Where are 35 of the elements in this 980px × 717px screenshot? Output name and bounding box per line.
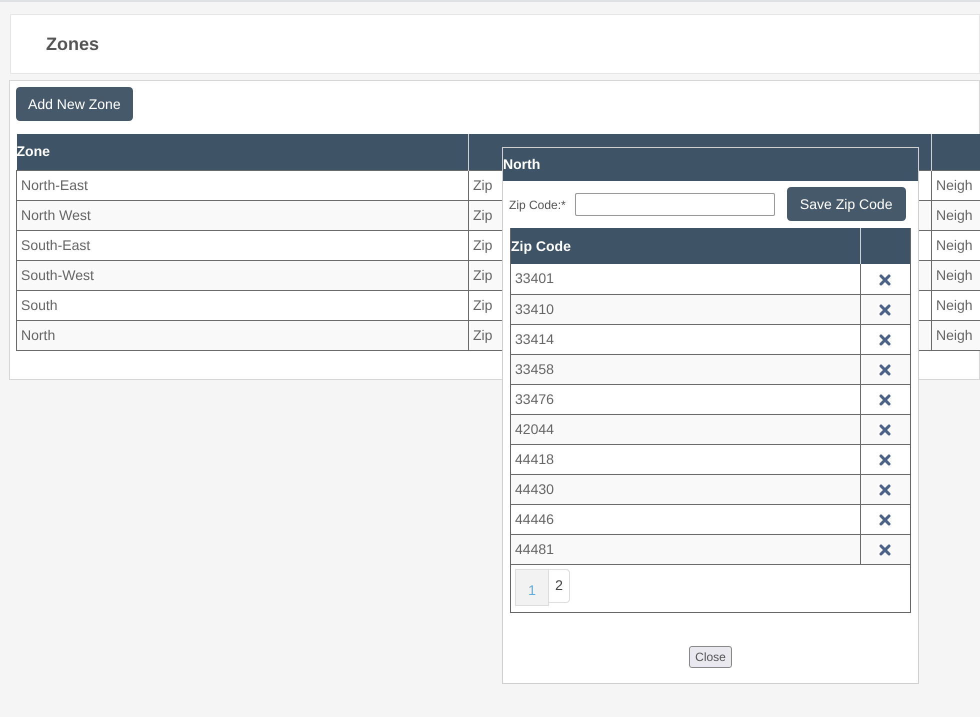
table-cell: South — [16, 290, 468, 320]
delete-icon[interactable] — [879, 394, 892, 406]
save-zip-code-button[interactable]: Save Zip Code — [786, 187, 906, 221]
table-cell: Neigh — [932, 170, 980, 200]
delete-icon[interactable] — [879, 424, 892, 436]
delete-icon[interactable] — [879, 304, 892, 316]
table-cell: South-East — [16, 230, 468, 260]
table-cell: 33458 — [511, 354, 860, 384]
close-button[interactable]: Close — [689, 646, 732, 668]
table-cell: 33401 — [511, 264, 860, 294]
page-title: Zones — [46, 32, 100, 56]
table-cell: 44418 — [511, 444, 860, 474]
delete-icon[interactable] — [879, 364, 892, 376]
delete-icon[interactable] — [879, 334, 892, 346]
delete-icon[interactable] — [879, 544, 892, 556]
delete-icon[interactable] — [879, 454, 892, 466]
zip-code-field[interactable] — [574, 192, 775, 216]
table-cell: 44446 — [511, 504, 860, 534]
table-cell: North-East — [16, 170, 468, 200]
delete-icon[interactable] — [879, 274, 892, 286]
table-cell: 33410 — [511, 294, 860, 324]
table-cell: 33414 — [511, 324, 860, 354]
table-cell: South-West — [16, 260, 468, 290]
header-cell — [932, 134, 980, 170]
table-cell: 33476 — [511, 384, 860, 414]
page-link[interactable]: 2 — [549, 568, 570, 602]
delete-icon[interactable] — [879, 514, 892, 526]
table-cell: 42044 — [511, 414, 860, 444]
delete-icon[interactable] — [879, 484, 892, 496]
table-cell: 44481 — [511, 534, 860, 564]
table-cell: North West — [16, 200, 468, 230]
table-cell: North — [16, 320, 468, 350]
table-cell: 44430 — [511, 474, 860, 504]
add-zone-button[interactable]: Add New Zone — [16, 87, 133, 121]
field-label: Zip Code:* — [509, 197, 566, 214]
